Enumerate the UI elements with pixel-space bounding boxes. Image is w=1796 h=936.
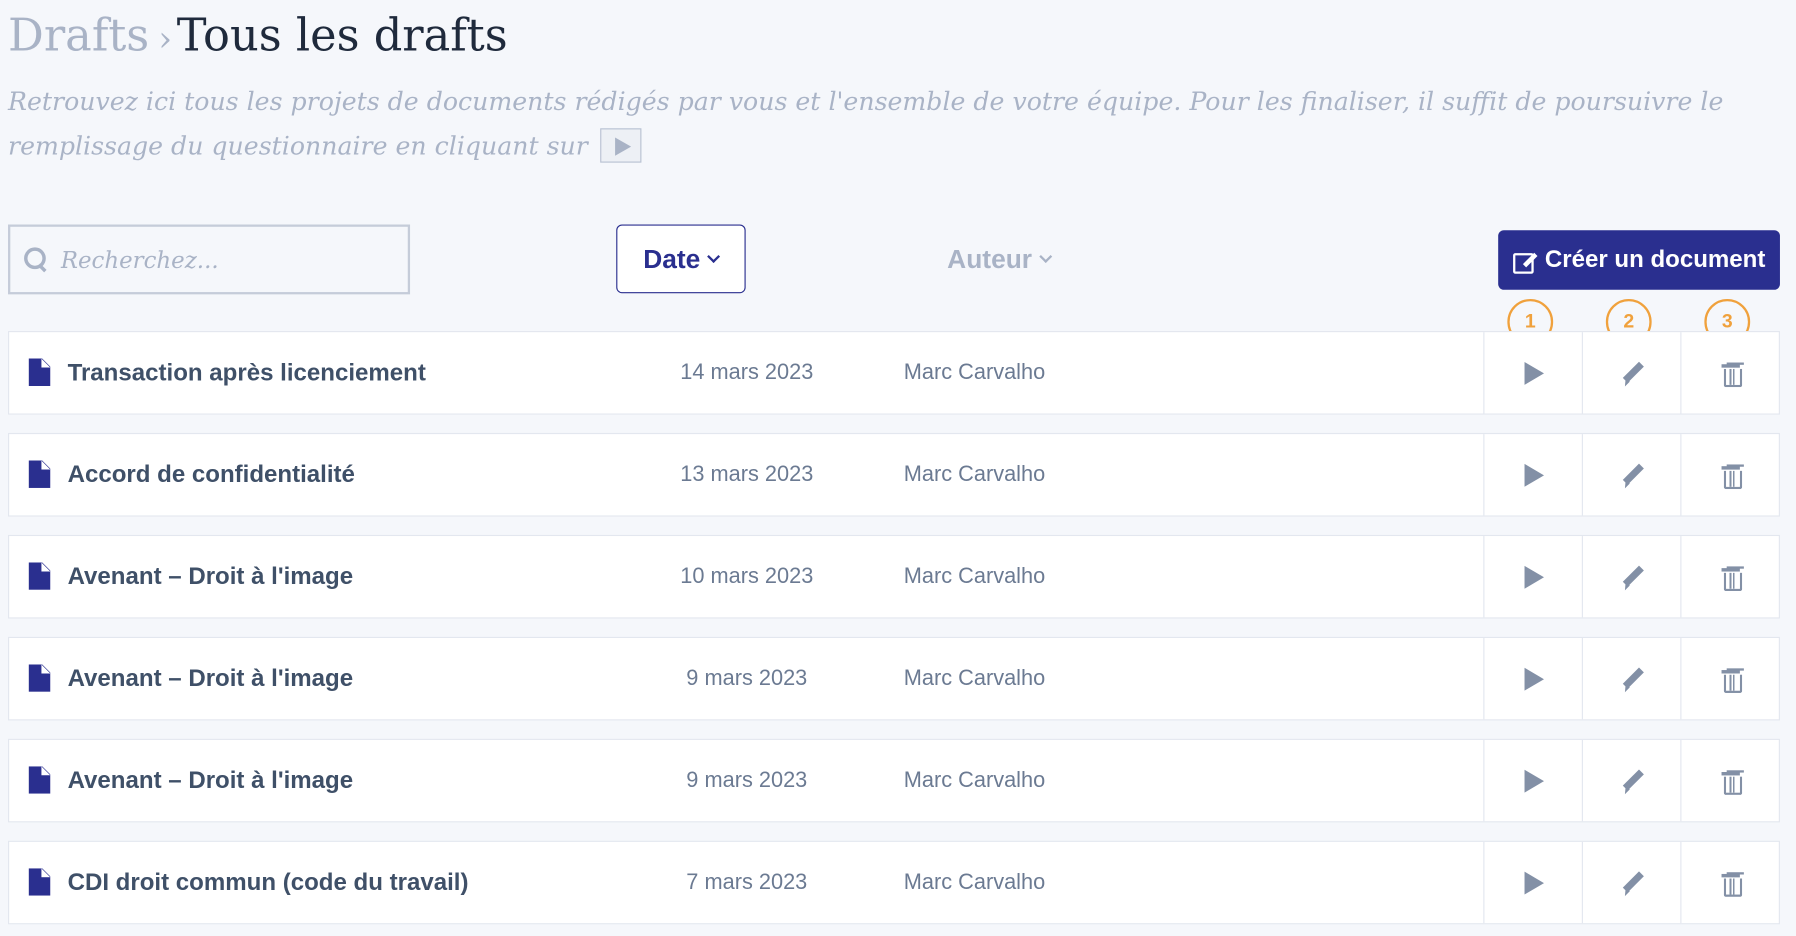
- trash-icon: [1720, 769, 1742, 795]
- document-icon: [28, 664, 51, 692]
- resume-draft-button[interactable]: [1483, 434, 1582, 516]
- page-title: Tous les drafts: [176, 10, 508, 62]
- delete-draft-button[interactable]: [1680, 536, 1779, 618]
- intro-text-body: Retrouvez ici tous les projets de docume…: [8, 88, 1724, 162]
- resume-draft-button[interactable]: [1483, 841, 1582, 924]
- play-icon: [1523, 871, 1544, 894]
- trash-icon: [1720, 463, 1742, 489]
- delete-draft-button[interactable]: [1680, 739, 1779, 822]
- trash-icon: [1720, 565, 1742, 591]
- pencil-icon: [1620, 667, 1643, 690]
- edit-draft-button[interactable]: [1581, 434, 1681, 516]
- drafts-page: Drafts › Tous les drafts Retrouvez ici tou…: [0, 0, 1796, 936]
- edit-draft-button[interactable]: [1581, 637, 1681, 720]
- delete-draft-button[interactable]: [1680, 637, 1779, 720]
- sort-by-date-button[interactable]: Date: [616, 224, 746, 294]
- draft-author: Marc Carvalho: [903, 462, 1046, 487]
- chevron-down-icon: [1039, 249, 1053, 263]
- edit-draft-button[interactable]: [1581, 332, 1681, 414]
- draft-date: 14 mars 2023: [680, 360, 814, 385]
- edit-square-icon: [1512, 250, 1536, 274]
- chevron-down-icon: [707, 249, 721, 263]
- draft-date: 7 mars 2023: [686, 870, 808, 895]
- draft-title[interactable]: CDI droit commun (code du travail): [68, 842, 469, 923]
- pencil-icon: [1620, 361, 1643, 384]
- resume-draft-button[interactable]: [1483, 637, 1582, 720]
- edit-draft-button[interactable]: [1581, 739, 1681, 822]
- sort-by-author-button[interactable]: Auteur: [939, 224, 1058, 293]
- create-document-button[interactable]: Créer un document: [1498, 230, 1780, 290]
- sort-date-label: Date: [643, 243, 701, 274]
- draft-row[interactable]: Transaction après licenciement 14 mars 2…: [8, 331, 1780, 415]
- draft-row[interactable]: Avenant – Droit à l'image 9 mars 2023 Ma…: [8, 738, 1780, 823]
- draft-date: 10 mars 2023: [680, 564, 814, 589]
- draft-date: 9 mars 2023: [686, 768, 808, 793]
- resume-draft-button[interactable]: [1483, 739, 1582, 822]
- draft-author: Marc Carvalho: [903, 360, 1046, 385]
- play-icon: [1523, 361, 1544, 385]
- draft-author: Marc Carvalho: [903, 564, 1046, 589]
- pencil-icon: [1620, 769, 1643, 792]
- draft-date: 9 mars 2023: [686, 666, 808, 691]
- draft-author: Marc Carvalho: [903, 768, 1046, 793]
- pencil-icon: [1620, 565, 1643, 588]
- play-icon: [600, 128, 642, 163]
- resume-draft-button[interactable]: [1483, 332, 1582, 414]
- draft-author: Marc Carvalho: [903, 666, 1046, 691]
- breadcrumb-drafts-link[interactable]: Drafts: [8, 10, 149, 62]
- draft-date: 13 mars 2023: [680, 462, 814, 487]
- delete-draft-button[interactable]: [1680, 332, 1779, 414]
- document-icon: [28, 766, 51, 794]
- trash-icon: [1720, 871, 1742, 897]
- play-icon: [1523, 667, 1544, 691]
- search-icon: [24, 246, 49, 272]
- draft-title[interactable]: Accord de confidentialité: [68, 434, 355, 515]
- play-icon: [1523, 565, 1544, 589]
- edit-draft-button[interactable]: [1581, 841, 1681, 924]
- document-icon: [28, 562, 51, 590]
- breadcrumb-separator: ›: [158, 19, 173, 60]
- play-icon: [1523, 769, 1544, 793]
- document-icon: [28, 868, 51, 896]
- search-input[interactable]: [60, 245, 382, 274]
- sort-author-label: Auteur: [947, 243, 1033, 274]
- delete-draft-button[interactable]: [1680, 841, 1779, 924]
- edit-draft-button[interactable]: [1581, 536, 1681, 618]
- draft-row[interactable]: Accord de confidentialité 13 mars 2023 M…: [8, 432, 1780, 517]
- pencil-icon: [1620, 463, 1643, 486]
- create-document-label: Créer un document: [1544, 246, 1766, 273]
- search-box[interactable]: [8, 224, 411, 295]
- breadcrumb: Drafts › Tous les drafts: [8, 9, 508, 67]
- draft-row[interactable]: Avenant – Droit à l'image 9 mars 2023 Ma…: [8, 636, 1780, 721]
- pencil-icon: [1620, 871, 1643, 894]
- draft-title[interactable]: Avenant – Droit à l'image: [68, 536, 354, 617]
- trash-icon: [1720, 667, 1742, 693]
- draft-author: Marc Carvalho: [903, 870, 1046, 895]
- play-icon: [1523, 463, 1544, 487]
- draft-title[interactable]: Avenant – Droit à l'image: [68, 740, 354, 821]
- draft-row[interactable]: CDI droit commun (code du travail) 7 mar…: [8, 840, 1780, 925]
- document-icon: [28, 358, 51, 386]
- document-icon: [28, 460, 51, 488]
- resume-draft-button[interactable]: [1483, 536, 1582, 618]
- intro-text: Retrouvez ici tous les projets de docume…: [8, 80, 1778, 169]
- delete-draft-button[interactable]: [1680, 434, 1779, 516]
- trash-icon: [1720, 361, 1742, 387]
- draft-row[interactable]: Avenant – Droit à l'image 10 mars 2023 M…: [8, 534, 1780, 619]
- draft-title[interactable]: Transaction après licenciement: [68, 332, 426, 413]
- drafts-list: Transaction après licenciement 14 mars 2…: [8, 331, 1780, 936]
- draft-title[interactable]: Avenant – Droit à l'image: [68, 638, 354, 719]
